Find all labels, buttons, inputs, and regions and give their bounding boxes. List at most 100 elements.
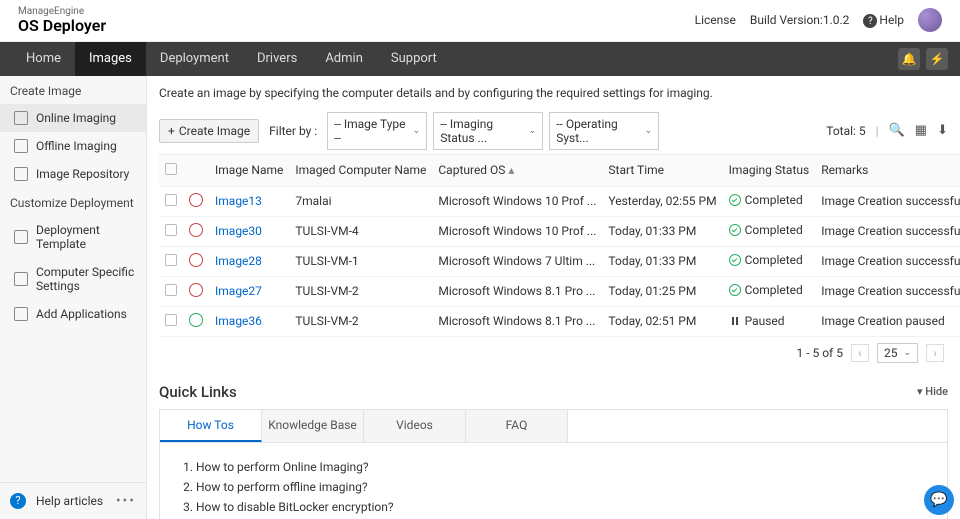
image-status-icon — [189, 253, 203, 267]
image-status-icon — [189, 193, 203, 207]
columns-icon[interactable]: ▦ — [915, 123, 927, 138]
sidebar-item-deployment-template[interactable]: Deployment Template — [0, 216, 146, 258]
nav-images[interactable]: Images — [75, 42, 146, 76]
row-checkbox[interactable] — [165, 194, 177, 206]
help-link[interactable]: ?Help — [863, 13, 904, 29]
help-articles-label: Help articles — [36, 494, 103, 508]
os-select[interactable]: -- Operating Syst...⌄ — [549, 112, 659, 150]
imaging-status: Completed — [723, 216, 816, 246]
main-content: Create an image by specifying the comput… — [147, 76, 960, 519]
chat-icon[interactable]: 💬 — [924, 485, 954, 515]
sidebar-section-customize: Customize Deployment — [0, 188, 146, 216]
sidebar-item-label: Add Applications — [36, 307, 127, 321]
tab-knowledge-base[interactable]: Knowledge Base — [262, 410, 364, 442]
quick-links-title: Quick Links — [159, 383, 237, 401]
notification-icon[interactable]: 🔔 — [898, 48, 920, 70]
sidebar-icon — [14, 272, 28, 286]
table-row: Image27TULSI-VM-2Microsoft Windows 8.1 P… — [159, 276, 960, 306]
license-link[interactable]: License — [695, 13, 736, 27]
quick-links-body: How to perform Online Imaging?How to per… — [159, 443, 948, 519]
bolt-icon[interactable]: ⚡ — [926, 48, 948, 70]
start-time: Today, 01:33 PM — [602, 216, 722, 246]
toolbar: +Create Image Filter by : -- Image Type … — [159, 112, 948, 150]
brand-main: OS Deployer — [18, 17, 106, 35]
captured-os: Microsoft Windows 8.1 Pro ... — [432, 276, 602, 306]
image-name-link[interactable]: Image30 — [215, 224, 262, 238]
row-checkbox[interactable] — [165, 284, 177, 296]
chevron-down-icon: ⌄ — [903, 348, 911, 358]
captured-os: Microsoft Windows 8.1 Pro ... — [432, 306, 602, 336]
page-size-select[interactable]: 25⌄ — [877, 343, 918, 363]
table-row: Image36 TULSI-VM-2Microsoft Windows 8.1 P… — [159, 306, 960, 336]
sidebar-item-computer-specific-settings[interactable]: Computer Specific Settings — [0, 258, 146, 300]
image-name-link[interactable]: Image27 — [215, 284, 262, 298]
check-icon — [729, 254, 741, 266]
col-remarks[interactable]: Remarks — [815, 154, 960, 186]
download-icon[interactable]: ⬇ — [937, 123, 948, 138]
start-time: Yesterday, 02:55 PM — [602, 186, 722, 216]
create-image-button[interactable]: +Create Image — [159, 119, 259, 143]
image-status-icon — [189, 313, 203, 327]
sidebar-item-add-applications[interactable]: Add Applications — [0, 300, 146, 328]
quick-links-tabs: How TosKnowledge BaseVideosFAQ — [159, 409, 948, 443]
image-name-link[interactable]: Image13 — [215, 194, 262, 208]
remarks: Image Creation successful — [815, 246, 960, 276]
quick-link-item[interactable]: How to manually install image creator co… — [196, 517, 929, 519]
more-dots-icon[interactable]: ••• — [116, 493, 136, 509]
quick-link-item[interactable]: How to perform Online Imaging? — [196, 457, 929, 477]
help-articles[interactable]: ? Help articles ••• — [0, 482, 146, 519]
imaging-status: Completed — [723, 246, 816, 276]
page-prev[interactable]: ‹ — [851, 344, 869, 362]
hide-link[interactable]: ▾ Hide — [917, 385, 948, 398]
sidebar-section-create: Create Image — [0, 76, 146, 104]
tab-faq[interactable]: FAQ — [466, 410, 568, 442]
sidebar-item-offline-imaging[interactable]: Offline Imaging — [0, 132, 146, 160]
remarks: Image Creation successful — [815, 276, 960, 306]
row-checkbox[interactable] — [165, 314, 177, 326]
imaging-status: Completed — [723, 186, 816, 216]
image-status-icon — [189, 223, 203, 237]
sidebar-icon — [14, 230, 28, 244]
nav-support[interactable]: Support — [377, 42, 451, 76]
build-version: Build Version:1.0.2 — [750, 13, 850, 27]
col-imaged-computer-name[interactable]: Imaged Computer Name — [289, 154, 432, 186]
search-icon[interactable]: 🔍 — [889, 123, 905, 138]
imaging-status-select[interactable]: -- Imaging Status ...⌄ — [433, 112, 543, 150]
col-captured-os[interactable]: Captured OS ▴ — [432, 154, 602, 186]
nav-admin[interactable]: Admin — [311, 42, 377, 76]
sidebar-item-online-imaging[interactable]: Online Imaging — [0, 104, 146, 132]
tab-how-tos[interactable]: How Tos — [160, 410, 262, 442]
image-name-link[interactable]: Image36 — [215, 314, 262, 328]
captured-os: Microsoft Windows 10 Prof ... — [432, 186, 602, 216]
sidebar-item-label: Deployment Template — [36, 223, 136, 251]
quick-link-item[interactable]: How to disable BitLocker encryption? — [196, 497, 929, 517]
header-bar: ManageEngine OS Deployer License Build V… — [0, 0, 960, 42]
check-icon — [729, 224, 741, 236]
image-status-icon — [189, 283, 203, 297]
nav-deployment[interactable]: Deployment — [146, 42, 243, 76]
image-type-select[interactable]: -- Image Type --⌄ — [327, 112, 427, 150]
page-next[interactable]: › — [926, 344, 944, 362]
avatar[interactable] — [918, 8, 942, 32]
start-time: Today, 01:25 PM — [602, 276, 722, 306]
select-all-checkbox[interactable] — [165, 163, 177, 175]
image-name-link[interactable]: Image28 — [215, 254, 262, 268]
brand: ManageEngine OS Deployer — [18, 6, 106, 35]
row-checkbox[interactable] — [165, 254, 177, 266]
tab-videos[interactable]: Videos — [364, 410, 466, 442]
row-checkbox[interactable] — [165, 224, 177, 236]
col-imaging-status[interactable]: Imaging Status — [723, 154, 816, 186]
col-image-name[interactable]: Image Name — [209, 154, 289, 186]
computer-name: TULSI-VM-2 — [289, 306, 432, 336]
quick-link-item[interactable]: How to perform offline imaging? — [196, 477, 929, 497]
computer-name: TULSI-VM-4 — [289, 216, 432, 246]
help-circle-icon: ? — [10, 493, 26, 509]
nav-drivers[interactable]: Drivers — [243, 42, 311, 76]
remarks: Image Creation successful — [815, 186, 960, 216]
sidebar-item-image-repository[interactable]: Image Repository — [0, 160, 146, 188]
table-row: Image28TULSI-VM-1Microsoft Windows 7 Ult… — [159, 246, 960, 276]
nav-home[interactable]: Home — [12, 42, 75, 76]
sidebar-item-label: Image Repository — [36, 167, 129, 181]
plus-icon: + — [168, 124, 175, 138]
col-start-time[interactable]: Start Time — [602, 154, 722, 186]
